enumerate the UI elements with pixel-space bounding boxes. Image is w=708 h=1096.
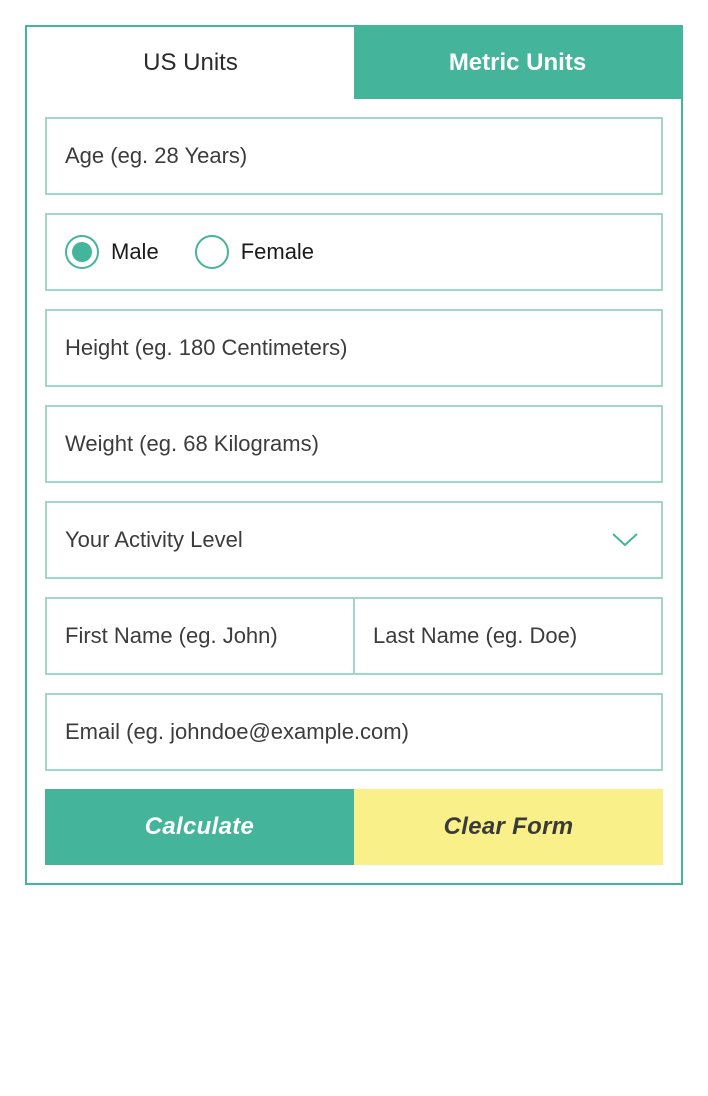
radio-male-label: Male	[111, 239, 159, 265]
first-name-wrapper	[47, 599, 355, 673]
radio-circle-icon	[195, 235, 229, 269]
tab-metric-units[interactable]: Metric Units	[354, 27, 681, 99]
gender-radio-group: Male Female	[45, 213, 663, 291]
radio-dot-icon	[72, 242, 92, 262]
radio-male[interactable]: Male	[65, 235, 159, 269]
age-input[interactable]	[47, 119, 661, 193]
calculator-form: US Units Metric Units Male Female	[25, 25, 683, 885]
email-input[interactable]	[47, 695, 661, 769]
radio-circle-icon	[65, 235, 99, 269]
activity-select[interactable]: Your Activity Level	[45, 501, 663, 579]
chevron-down-icon	[611, 532, 639, 548]
activity-select-label: Your Activity Level	[65, 527, 243, 553]
calculate-button[interactable]: Calculate	[45, 789, 354, 865]
height-field-wrapper	[45, 309, 663, 387]
radio-female-label: Female	[241, 239, 314, 265]
weight-field-wrapper	[45, 405, 663, 483]
unit-tabs: US Units Metric Units	[27, 27, 681, 99]
email-field-wrapper	[45, 693, 663, 771]
first-name-input[interactable]	[47, 599, 353, 673]
last-name-input[interactable]	[355, 599, 661, 673]
tab-us-units[interactable]: US Units	[27, 27, 354, 99]
last-name-wrapper	[355, 599, 661, 673]
button-row: Calculate Clear Form	[45, 789, 663, 865]
radio-female[interactable]: Female	[195, 235, 314, 269]
form-body: Male Female Your Activity Level	[27, 99, 681, 883]
weight-input[interactable]	[47, 407, 661, 481]
name-row	[45, 597, 663, 675]
height-input[interactable]	[47, 311, 661, 385]
clear-form-button[interactable]: Clear Form	[354, 789, 663, 865]
age-field-wrapper	[45, 117, 663, 195]
